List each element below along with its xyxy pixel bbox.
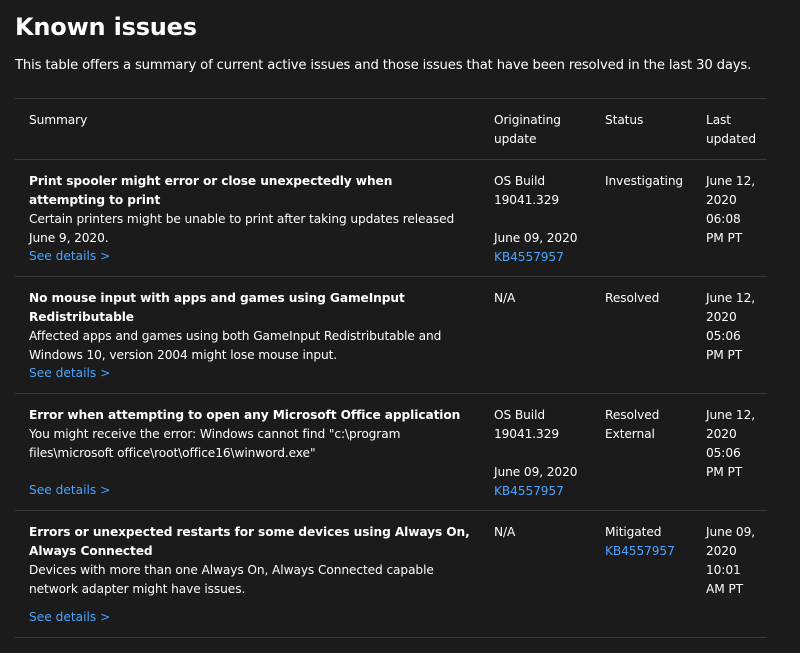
- table-header-row: Summary Originating update Status Last u…: [15, 99, 767, 160]
- see-details-link[interactable]: See details >: [29, 247, 110, 266]
- see-details-link[interactable]: See details >: [29, 481, 110, 500]
- issue-status: Mitigated KB4557957: [605, 523, 693, 561]
- issue-description: Devices with more than one Always On, Al…: [29, 563, 434, 596]
- originating-update: N/A: [494, 525, 516, 539]
- see-details-link[interactable]: See details >: [29, 608, 110, 627]
- originating-update: N/A: [494, 291, 516, 305]
- page-title: Known issues: [15, 13, 197, 41]
- originating-update: OS Build 19041.329 June 09, 2020 KB45579…: [494, 172, 590, 267]
- issue-summary: Print spooler might error or close unexp…: [29, 172, 471, 248]
- last-updated: June 12, 2020 06:08 PM PT: [706, 174, 755, 245]
- issue-title: No mouse input with apps and games using…: [29, 291, 405, 324]
- issue-summary: Errors or unexpected restarts for some d…: [29, 523, 471, 599]
- issue-description: Affected apps and games using both GameI…: [29, 329, 442, 362]
- table-row: Errors or unexpected restarts for some d…: [15, 511, 767, 638]
- issue-description: You might receive the error: Windows can…: [29, 427, 401, 460]
- kb-link[interactable]: KB4557957: [494, 482, 590, 501]
- issue-title: Print spooler might error or close unexp…: [29, 174, 393, 207]
- originating-update: OS Build 19041.329 June 09, 2020 KB45579…: [494, 406, 590, 501]
- issue-title: Error when attempting to open any Micros…: [29, 408, 461, 422]
- table-row: Error when attempting to open any Micros…: [15, 394, 767, 511]
- page-intro: This table offers a summary of current a…: [15, 58, 752, 73]
- issue-status: Resolved External: [605, 408, 660, 441]
- issue-summary: Error when attempting to open any Micros…: [29, 406, 471, 463]
- last-updated: June 09, 2020 10:01 AM PT: [706, 525, 755, 596]
- issue-description: Certain printers might be unable to prin…: [29, 212, 455, 245]
- last-updated: June 12, 2020 05:06 PM PT: [706, 291, 755, 362]
- header-last-updated: Last updated: [706, 113, 756, 146]
- kb-link[interactable]: KB4557957: [605, 542, 693, 561]
- last-updated: June 12, 2020 05:06 PM PT: [706, 408, 755, 479]
- header-status: Status: [605, 113, 644, 127]
- issue-summary: No mouse input with apps and games using…: [29, 289, 471, 365]
- see-details-link[interactable]: See details >: [29, 364, 110, 383]
- known-issues-table: Summary Originating update Status Last u…: [15, 98, 767, 638]
- kb-link[interactable]: KB4557957: [494, 248, 590, 267]
- issue-status: Resolved: [605, 291, 660, 305]
- header-originating-update: Originating update: [494, 113, 561, 146]
- issue-status: Investigating: [605, 174, 684, 188]
- table-row: No mouse input with apps and games using…: [15, 277, 767, 394]
- table-row: Print spooler might error or close unexp…: [15, 160, 767, 277]
- header-summary: Summary: [29, 113, 88, 127]
- issue-title: Errors or unexpected restarts for some d…: [29, 525, 470, 558]
